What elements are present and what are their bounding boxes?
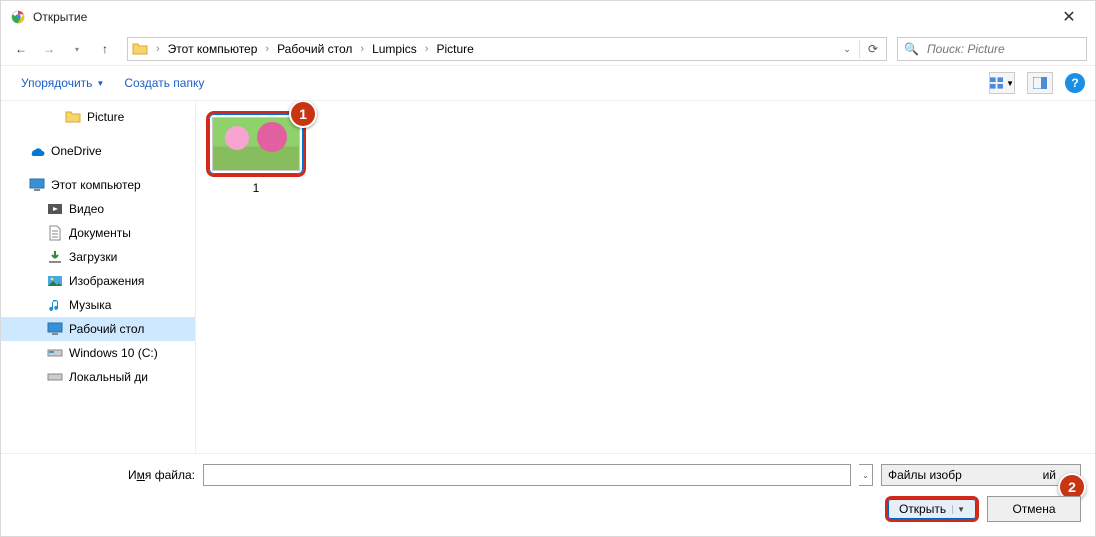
- music-icon: [47, 297, 63, 313]
- file-type-filter[interactable]: Файлы изобр ий ⌄ 2: [881, 464, 1081, 486]
- sidebar-item-label: Picture: [87, 110, 124, 124]
- search-icon: 🔍: [904, 42, 919, 56]
- back-button[interactable]: ←: [9, 37, 33, 61]
- filter-label: Файлы изобр: [888, 468, 962, 482]
- close-button[interactable]: ✕: [1049, 3, 1089, 31]
- file-label: 1: [253, 181, 260, 195]
- open-button[interactable]: Открыть ▼: [885, 496, 979, 522]
- drive-icon: [47, 345, 63, 361]
- chevron-right-icon: ›: [421, 43, 433, 55]
- open-button-label: Открыть: [899, 502, 946, 516]
- onedrive-icon: [29, 143, 45, 159]
- preview-pane-button[interactable]: [1027, 72, 1053, 94]
- help-button[interactable]: ?: [1065, 73, 1085, 93]
- organize-menu[interactable]: Упорядочить ▼: [21, 76, 104, 90]
- sidebar-item-images[interactable]: Изображения: [1, 269, 195, 293]
- breadcrumb-lumpics[interactable]: Lumpics: [368, 40, 421, 58]
- sidebar-item-music[interactable]: Музыка: [1, 293, 195, 317]
- new-folder-button[interactable]: Создать папку: [124, 76, 204, 90]
- toolbar: Упорядочить ▼ Создать папку ▼ ?: [1, 65, 1095, 101]
- cancel-button-label: Отмена: [1012, 502, 1055, 516]
- file-list[interactable]: 1 1: [196, 101, 1095, 453]
- sidebar-item-label: Загрузки: [69, 250, 117, 264]
- images-icon: [47, 273, 63, 289]
- navigation-tree: Picture OneDrive Этот компьютер Видео До…: [1, 101, 196, 453]
- filename-label: Имя файла:: [15, 468, 195, 482]
- documents-icon: [47, 225, 63, 241]
- sidebar-item-desktop[interactable]: Рабочий стол: [1, 317, 195, 341]
- sidebar-item-local-disk[interactable]: Локальный ди: [1, 365, 195, 389]
- chevron-right-icon: ›: [261, 43, 273, 55]
- window-title: Открытие: [33, 10, 87, 24]
- chevron-down-icon: ▼: [96, 79, 104, 88]
- file-thumbnail[interactable]: 1: [206, 111, 306, 177]
- recent-dropdown[interactable]: ▾: [65, 37, 89, 61]
- pc-icon: [29, 177, 45, 193]
- sidebar-item-label: OneDrive: [51, 144, 102, 158]
- refresh-button[interactable]: ⟳: [868, 42, 878, 56]
- sidebar-item-label: Windows 10 (C:): [69, 346, 158, 360]
- desktop-icon: [47, 321, 63, 337]
- folder-icon: [130, 39, 150, 59]
- nav-bar: ← → ▾ ↑ › Этот компьютер › Рабочий стол …: [1, 33, 1095, 65]
- folder-icon: [65, 109, 81, 125]
- filename-input[interactable]: [203, 464, 851, 486]
- search-input[interactable]: [925, 41, 1086, 57]
- open-file-dialog: Открытие ✕ ← → ▾ ↑ › Этот компьютер › Ра…: [0, 0, 1096, 537]
- annotation-badge-1: 1: [289, 101, 317, 128]
- filename-dropdown[interactable]: ⌄: [859, 464, 873, 486]
- sidebar-item-downloads[interactable]: Загрузки: [1, 245, 195, 269]
- up-button[interactable]: ↑: [93, 37, 117, 61]
- video-icon: [47, 201, 63, 217]
- breadcrumb-desktop[interactable]: Рабочий стол: [273, 40, 356, 58]
- sidebar-item-picture[interactable]: Picture: [1, 105, 195, 129]
- downloads-icon: [47, 249, 63, 265]
- chevron-down-icon[interactable]: ⌄: [843, 44, 851, 55]
- sidebar-item-label: Рабочий стол: [69, 322, 144, 336]
- chrome-icon: [11, 10, 25, 24]
- breadcrumb-picture[interactable]: Picture: [432, 40, 477, 58]
- breadcrumb-root[interactable]: Этот компьютер: [164, 40, 262, 58]
- search-box[interactable]: 🔍: [897, 37, 1087, 61]
- drive-icon: [47, 369, 63, 385]
- file-item[interactable]: 1 1: [206, 111, 306, 195]
- chevron-right-icon: ›: [152, 43, 164, 55]
- sidebar-item-label: Видео: [69, 202, 104, 216]
- chevron-right-icon: ›: [356, 43, 368, 55]
- forward-button[interactable]: →: [37, 37, 61, 61]
- sidebar-item-label: Документы: [69, 226, 131, 240]
- chevron-down-icon[interactable]: ▼: [952, 505, 965, 514]
- sidebar-item-label: Музыка: [69, 298, 111, 312]
- title-bar: Открытие ✕: [1, 1, 1095, 33]
- view-mode-button[interactable]: ▼: [989, 72, 1015, 94]
- sidebar-item-this-pc[interactable]: Этот компьютер: [1, 173, 195, 197]
- sidebar-item-label: Этот компьютер: [51, 178, 141, 192]
- sidebar-item-video[interactable]: Видео: [1, 197, 195, 221]
- sidebar-item-c-drive[interactable]: Windows 10 (C:): [1, 341, 195, 365]
- sidebar-item-onedrive[interactable]: OneDrive: [1, 139, 195, 163]
- sidebar-item-documents[interactable]: Документы: [1, 221, 195, 245]
- sidebar-item-label: Локальный ди: [69, 370, 148, 384]
- sidebar-item-label: Изображения: [69, 274, 144, 288]
- footer: Имя файла: ⌄ Файлы изобр ий ⌄ 2 Открыть …: [1, 453, 1095, 536]
- address-bar[interactable]: › Этот компьютер › Рабочий стол › Lumpic…: [127, 37, 887, 61]
- cancel-button[interactable]: Отмена: [987, 496, 1081, 522]
